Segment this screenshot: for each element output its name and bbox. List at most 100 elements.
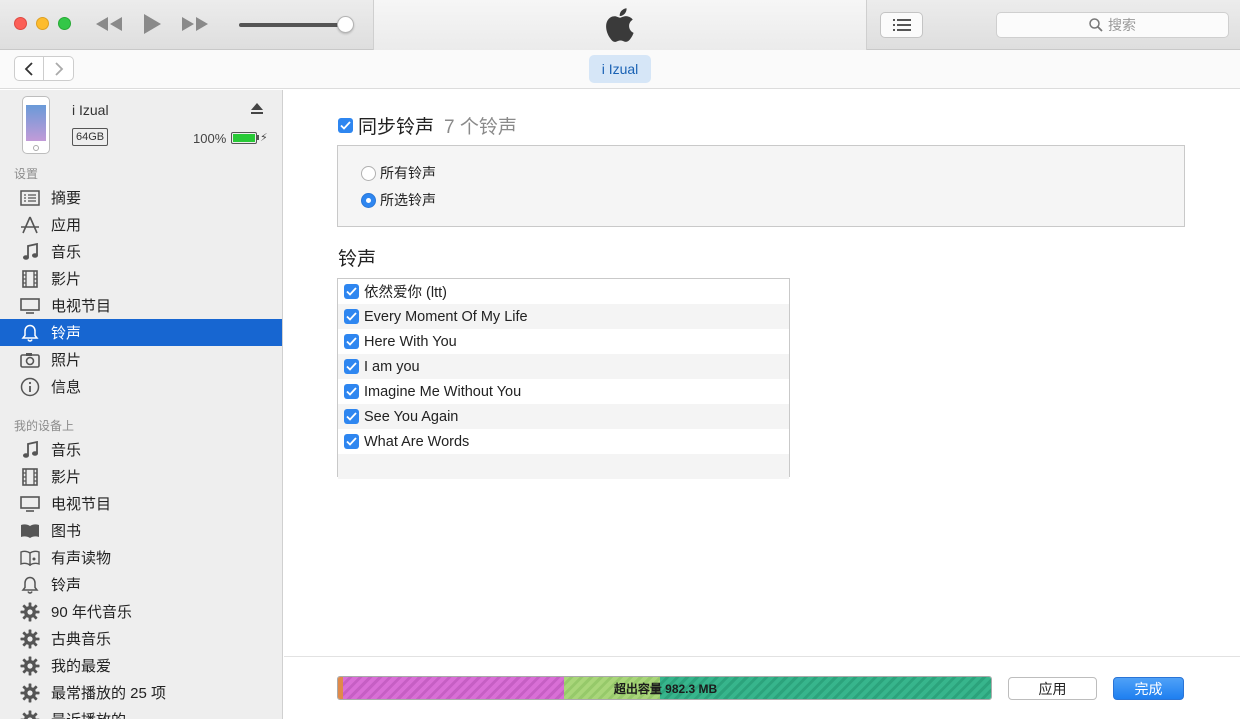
back-button[interactable]	[14, 56, 44, 81]
ringtone-row[interactable]: 依然爱你 (ltt)	[338, 279, 789, 304]
minimize-window-button[interactable]	[36, 17, 49, 30]
device-section-header: 我的设备上	[14, 419, 75, 433]
maximize-window-button[interactable]	[58, 17, 71, 30]
navigation-bar: i Izual	[0, 50, 1240, 89]
sidebar-item-label: 照片	[51, 352, 82, 369]
audiobook-icon	[0, 550, 50, 566]
sidebar-item-gear[interactable]: 最近播放的	[0, 706, 282, 719]
sidebar-item-label: 图书	[51, 523, 82, 540]
apply-button[interactable]: 应用	[1008, 677, 1097, 700]
previous-track-button[interactable]	[92, 11, 126, 37]
checkmark-icon	[340, 121, 351, 130]
eject-button[interactable]	[250, 102, 264, 120]
book-icon	[0, 523, 50, 539]
radio-all-ringtones[interactable]: 所有铃声	[361, 163, 436, 183]
device-tab[interactable]: i Izual	[589, 55, 651, 83]
sidebar-item-label: 影片	[51, 469, 82, 486]
sidebar-item-tv[interactable]: 电视节目	[0, 292, 282, 319]
radio-button[interactable]	[361, 192, 376, 208]
radio-selected-ringtones[interactable]: 所选铃声	[361, 190, 436, 210]
ringtone-list: 依然爱你 (ltt) Every Moment Of My Life Here Wi…	[337, 278, 790, 479]
ringtone-row[interactable]: See You Again	[338, 404, 789, 429]
ringtone-row[interactable]: I am you	[338, 354, 789, 379]
battery-icon	[231, 132, 257, 144]
sidebar-item-audiobook[interactable]: 有声读物	[0, 544, 282, 571]
gear-icon	[0, 710, 50, 719]
chevron-right-icon	[54, 61, 63, 76]
sidebar-item-label: 90 年代音乐	[51, 604, 132, 621]
sidebar-item-label: 最常播放的 25 项	[51, 685, 167, 702]
sidebar-item-book[interactable]: 图书	[0, 517, 282, 544]
ringtone-checkbox[interactable]	[344, 309, 359, 324]
sidebar-item-film[interactable]: 影片	[0, 463, 282, 490]
ringtone-row[interactable]: Every Moment Of My Life	[338, 304, 789, 329]
sidebar-item-label: 音乐	[51, 442, 82, 459]
sidebar-item-film[interactable]: 影片	[0, 265, 282, 292]
status-display	[373, 0, 867, 50]
forward-button[interactable]	[44, 56, 74, 81]
device-name: i Izual	[72, 102, 109, 118]
ringtone-checkbox[interactable]	[344, 434, 359, 449]
empty-row	[338, 454, 789, 479]
sidebar-item-gear[interactable]: 我的最爱	[0, 652, 282, 679]
device-image	[22, 96, 50, 154]
title-bar: 搜索	[0, 0, 1240, 50]
ringtone-row[interactable]: Here With You	[338, 329, 789, 354]
sidebar-item-summary[interactable]: 摘要	[0, 184, 282, 211]
rewind-icon	[96, 17, 122, 31]
ringtone-count: 7 个铃声	[444, 117, 517, 138]
checkmark-icon	[346, 387, 357, 396]
sync-ringtones-checkbox[interactable]	[338, 118, 353, 133]
ringtone-name: Imagine Me Without You	[364, 383, 522, 400]
ringtone-row[interactable]: What Are Words	[338, 429, 789, 454]
volume-slider[interactable]	[239, 23, 347, 27]
chevron-left-icon	[24, 61, 33, 76]
ringtone-checkbox[interactable]	[344, 284, 359, 299]
sidebar-item-label: 有声读物	[51, 550, 112, 567]
ringtone-name: Here With You	[364, 333, 457, 350]
ringtone-checkbox[interactable]	[344, 384, 359, 399]
checkmark-icon	[346, 287, 357, 296]
ringtone-checkbox[interactable]	[344, 359, 359, 374]
fast-forward-icon	[182, 17, 208, 31]
sidebar-item-camera[interactable]: 照片	[0, 346, 282, 373]
sidebar-item-gear[interactable]: 90 年代音乐	[0, 598, 282, 625]
capacity-text: 超出容量 982.3 MB	[613, 681, 718, 696]
sidebar: i Izual 64GB 100% ⚡ 设置 摘要 应用 音乐 影片 电视节目 铃声 照片信…	[0, 90, 283, 719]
sidebar-item-bell[interactable]: 铃声	[0, 571, 282, 598]
close-window-button[interactable]	[14, 17, 27, 30]
volume-knob[interactable]	[337, 16, 354, 33]
sidebar-item-apps[interactable]: 应用	[0, 211, 282, 238]
ringtone-name: What Are Words	[364, 433, 470, 450]
gear-icon	[0, 656, 50, 676]
sidebar-item-music-note[interactable]: 音乐	[0, 436, 282, 463]
play-button[interactable]	[138, 11, 166, 37]
checkmark-icon	[346, 337, 357, 346]
sidebar-item-gear[interactable]: 古典音乐	[0, 625, 282, 652]
ringtone-checkbox[interactable]	[344, 409, 359, 424]
ringtones-heading: 铃声	[338, 249, 377, 270]
sidebar-item-tv[interactable]: 电视节目	[0, 490, 282, 517]
sync-options-box: 所有铃声 所选铃声	[337, 145, 1185, 227]
bell-icon	[0, 324, 50, 342]
radio-button[interactable]	[361, 165, 376, 181]
gear-icon	[0, 629, 50, 649]
ringtone-row[interactable]: Imagine Me Without You	[338, 379, 789, 404]
search-input[interactable]: 搜索	[996, 12, 1229, 38]
done-button[interactable]: 完成	[1113, 677, 1184, 700]
apple-logo-icon	[606, 8, 634, 42]
list-view-button[interactable]	[880, 12, 923, 38]
sidebar-item-info[interactable]: 信息	[0, 373, 282, 400]
sidebar-item-gear[interactable]: 最常播放的 25 项	[0, 679, 282, 706]
sidebar-item-bell[interactable]: 铃声	[0, 319, 282, 346]
sidebar-item-music-note[interactable]: 音乐	[0, 238, 282, 265]
next-track-button[interactable]	[178, 11, 212, 37]
sidebar-item-label: 影片	[51, 271, 82, 288]
ringtone-name: 依然爱你 (ltt)	[364, 285, 447, 301]
summary-icon	[0, 189, 50, 206]
sync-ringtones-label: 同步铃声	[358, 117, 435, 138]
charging-icon: ⚡	[260, 132, 268, 144]
ringtone-checkbox[interactable]	[344, 334, 359, 349]
sidebar-item-label: 电视节目	[51, 496, 112, 513]
storage-capacity-bar: 超出容量 982.3 MB	[337, 676, 992, 700]
